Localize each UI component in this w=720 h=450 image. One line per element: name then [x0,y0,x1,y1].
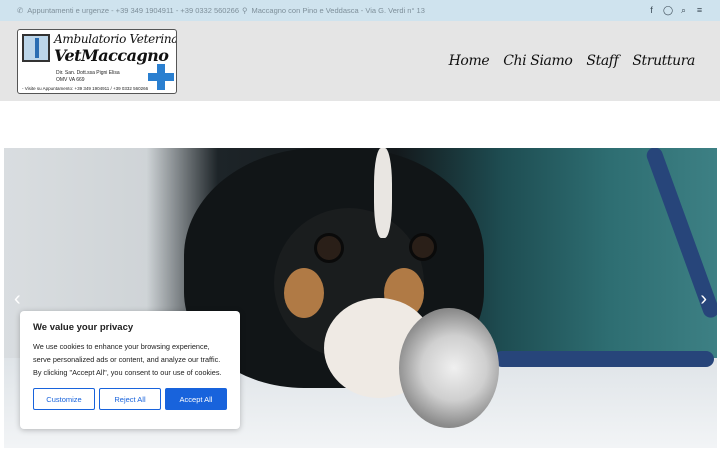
nav-item-struttura[interactable]: Struttura [632,53,695,69]
top-info-bar: ✆ Appuntamenti e urgenze - +39 349 19049… [0,0,720,21]
address-text: Maccagno con Pino e Veddasca - Via G. Ve… [251,6,425,15]
map-pin-icon: ⚲ [242,6,248,15]
cookie-buttons: Customize Reject All Accept All [33,388,227,411]
site-logo[interactable]: Ambulatorio Veterinario VetMaccagno Dir.… [17,29,177,94]
puppy-blaze [374,148,392,238]
facebook-icon[interactable]: f [647,5,656,15]
cookie-title: We value your privacy [33,322,134,333]
reject-all-button[interactable]: Reject All [99,388,161,411]
logo-emblem-icon [22,34,50,62]
social-icons: f ◯ ⌕ ≡ [647,5,704,15]
logo-line2: VetMaccagno [54,46,169,65]
phone-text: Appuntamenti e urgenze - +39 349 1904911… [27,6,239,15]
logo-line4: OMV VA 669 [56,77,85,83]
phone-info: ✆ Appuntamenti e urgenze - +39 349 19049… [17,6,239,15]
puppy-eye [409,233,437,261]
search-icon[interactable]: ⌕ [679,5,688,15]
whatsapp-icon[interactable]: ◯ [663,5,673,15]
slider-next-arrow-icon[interactable]: › [700,288,707,311]
customize-button[interactable]: Customize [33,388,95,411]
logo-line1: Ambulatorio Veterinario [54,32,177,46]
stethoscope-tube [494,351,714,367]
site-header: Ambulatorio Veterinario VetMaccagno Dir.… [0,21,720,101]
phone-icon: ✆ [17,6,24,15]
logo-line3: Dir. San. Dott.ssa Pigni Elisa [56,70,120,76]
cookie-consent-banner: We value your privacy We use cookies to … [20,311,240,429]
nav-item-staff[interactable]: Staff [586,53,618,69]
puppy-cheek [284,268,324,318]
menu-icon[interactable]: ≡ [695,5,704,15]
caduceus-cross-icon [148,64,174,90]
main-nav: Home Chi Siamo Staff Struttura [449,53,696,69]
nav-item-home[interactable]: Home [449,53,490,69]
logo-line5: - Visite su Appuntamento: +39 349 190491… [22,86,149,91]
nav-item-chi-siamo[interactable]: Chi Siamo [503,53,573,69]
slider-prev-arrow-icon[interactable]: ‹ [14,288,21,311]
cookie-text: We use cookies to enhance your browsing … [33,342,222,377]
accept-all-button[interactable]: Accept All [165,388,227,411]
address-info: ⚲ Maccagno con Pino e Veddasca - Via G. … [242,6,425,15]
stethoscope-chestpiece [399,308,499,428]
puppy-eye [314,233,344,263]
